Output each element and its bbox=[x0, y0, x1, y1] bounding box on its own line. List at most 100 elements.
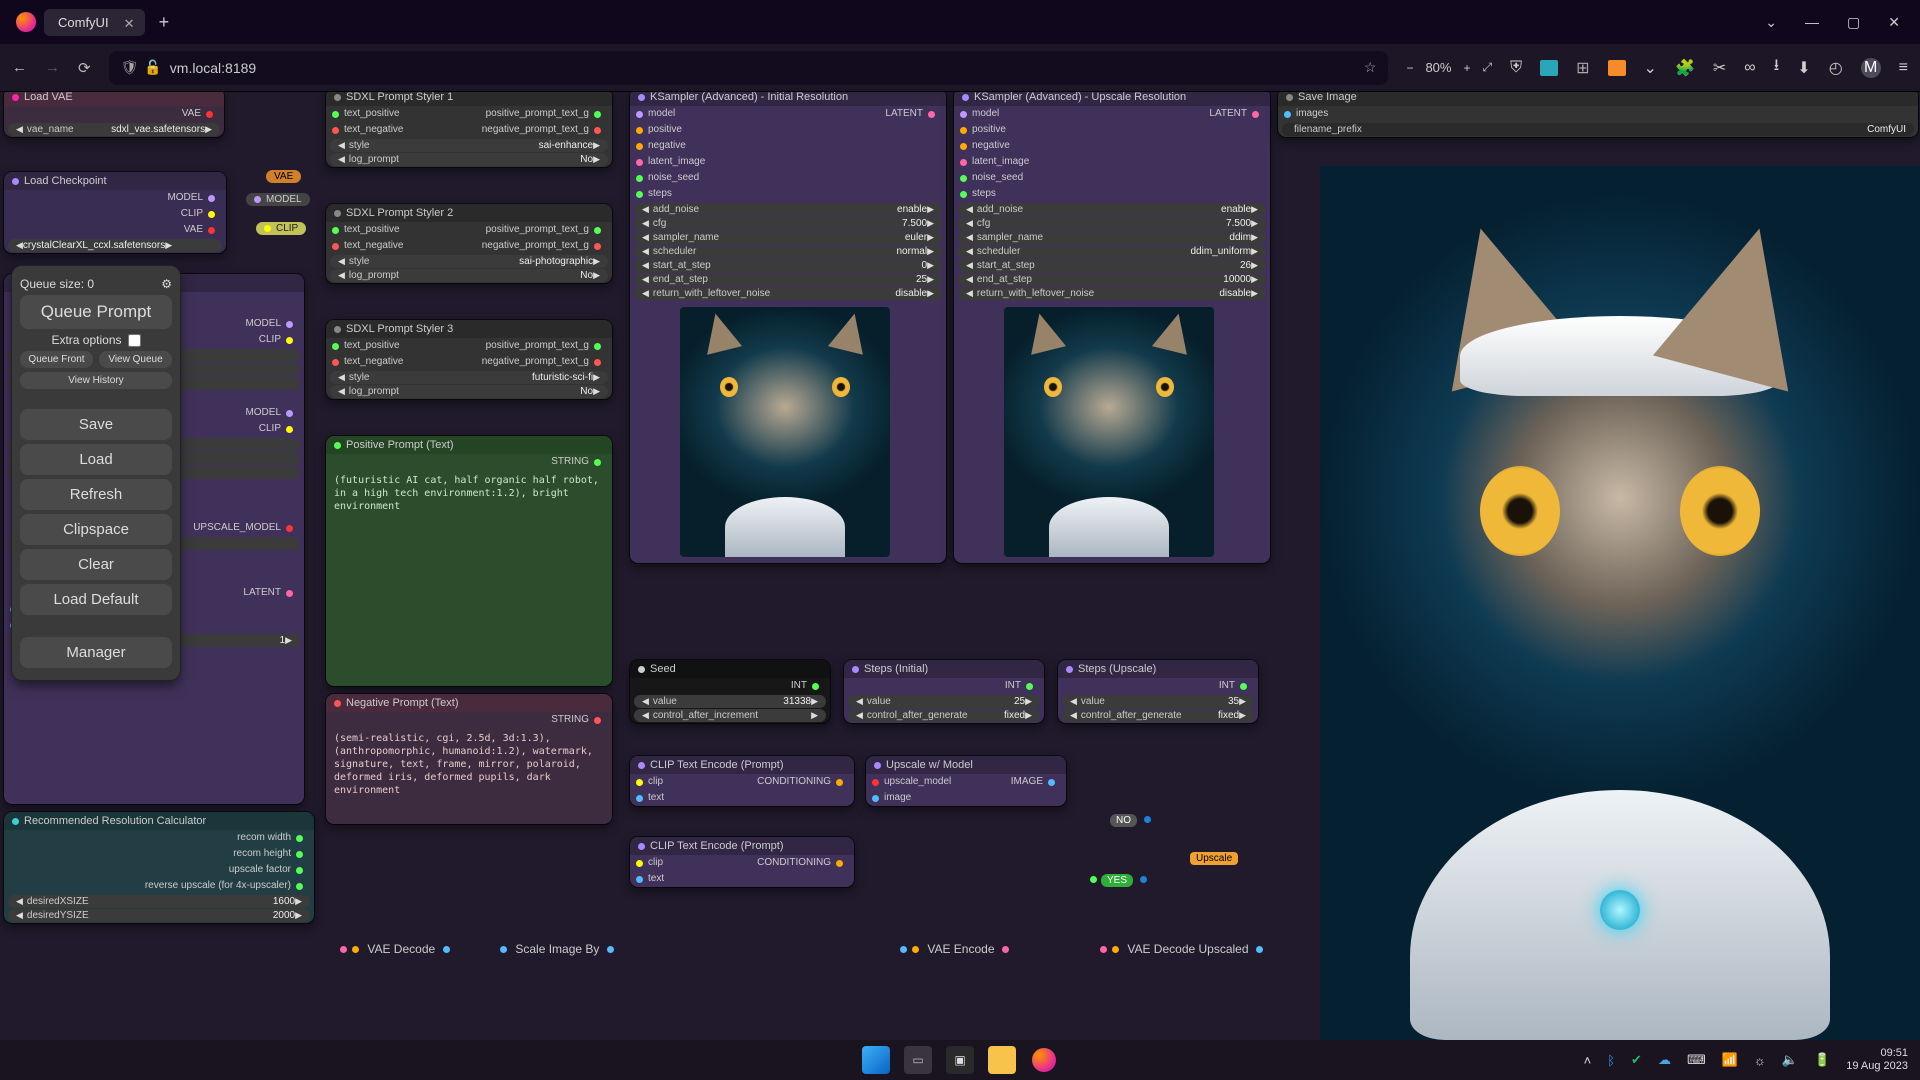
security-icon[interactable]: ✔ bbox=[1631, 1052, 1642, 1068]
ext-icon-2[interactable]: ⊞ bbox=[1576, 58, 1589, 78]
node-res-calc[interactable]: Recommended Resolution Calculator recom … bbox=[4, 812, 314, 923]
extra-options-checkbox[interactable] bbox=[128, 334, 141, 347]
node-save-image[interactable]: Save Image images filename_prefixComfyUI bbox=[1278, 92, 1918, 137]
style-1[interactable]: ◀stylesai-enhance▶ bbox=[330, 139, 608, 152]
steps-i-control[interactable]: ◀control_after_generatefixed▶ bbox=[848, 709, 1040, 722]
comfyui-canvas[interactable]: Load VAE VAE ◀vae_namesdxl_vae.safetenso… bbox=[0, 92, 1920, 1040]
firefox-taskbar-icon[interactable] bbox=[1030, 1046, 1058, 1074]
onedrive-icon[interactable]: ☁ bbox=[1658, 1052, 1671, 1068]
negative-prompt-text[interactable]: (semi-realistic, cgi, 2.5d, 3d:1.3), (an… bbox=[326, 728, 612, 801]
ks2-add-noise[interactable]: ◀add_noiseenable▶ bbox=[958, 203, 1266, 216]
steps-i-value[interactable]: ◀value25▶ bbox=[848, 695, 1040, 708]
close-icon[interactable]: ✕ bbox=[124, 16, 135, 32]
log-prompt-1[interactable]: ◀log_promptNo▶ bbox=[330, 153, 608, 166]
url-bar[interactable]: 🛡 🔓 vm.local:8189 ☆ bbox=[109, 51, 1389, 85]
manager-button[interactable]: Manager bbox=[20, 637, 172, 668]
steps-u-control[interactable]: ◀control_after_generatefixed▶ bbox=[1062, 709, 1254, 722]
ks1-add-noise[interactable]: ◀add_noiseenable▶ bbox=[634, 203, 942, 216]
back-icon[interactable]: ← bbox=[12, 59, 27, 76]
ks1-scheduler[interactable]: ◀schedulernormal▶ bbox=[634, 245, 942, 258]
zoom-out-icon[interactable]: − bbox=[1406, 61, 1413, 75]
node-scale-image-by[interactable]: Scale Image By bbox=[500, 942, 619, 956]
brightness-icon[interactable]: ☼ bbox=[1754, 1053, 1766, 1068]
ext-icon-5[interactable]: ∞ bbox=[1744, 59, 1755, 77]
battery-icon[interactable]: 🔋 bbox=[1814, 1052, 1830, 1068]
node-vae-decode[interactable]: VAE Decode bbox=[340, 942, 455, 956]
ks2-cfg[interactable]: ◀cfg7.500▶ bbox=[958, 217, 1266, 230]
ext-icon-1[interactable] bbox=[1540, 60, 1558, 76]
gear-icon[interactable]: ⚙ bbox=[161, 277, 172, 291]
ks2-start[interactable]: ◀start_at_step26▶ bbox=[958, 259, 1266, 272]
close-window-icon[interactable]: ✕ bbox=[1888, 14, 1900, 31]
node-vae-decode-upscaled[interactable]: VAE Decode Upscaled bbox=[1100, 942, 1268, 956]
node-styler-2[interactable]: SDXL Prompt Styler 2 text_positivepositi… bbox=[326, 204, 612, 283]
bookmark-star-icon[interactable]: ☆ bbox=[1364, 59, 1377, 76]
history-icon[interactable]: ◴ bbox=[1829, 58, 1843, 78]
library-icon[interactable]: ⭳ bbox=[1774, 54, 1780, 81]
ext-icon-3[interactable] bbox=[1608, 60, 1626, 76]
browser-tab[interactable]: ComfyUI ✕ bbox=[44, 9, 145, 36]
style-3[interactable]: ◀stylefuturistic-sci-fi▶ bbox=[330, 371, 608, 384]
lock-insecure-icon[interactable]: 🔓 bbox=[144, 59, 161, 76]
seed-control[interactable]: ◀control_after_increment▶ bbox=[634, 709, 826, 722]
style-2[interactable]: ◀stylesai-photographic▶ bbox=[330, 255, 608, 268]
shield-icon[interactable]: 🛡 bbox=[121, 59, 139, 76]
node-seed[interactable]: Seed INT ◀value31338▶ ◀control_after_inc… bbox=[630, 660, 830, 723]
desired-y[interactable]: ◀desiredYSIZE2000▶ bbox=[8, 909, 310, 922]
view-queue-button[interactable]: View Queue bbox=[99, 351, 172, 368]
queue-prompt-button[interactable]: Queue Prompt bbox=[20, 295, 172, 329]
log-prompt-2[interactable]: ◀log_promptNo▶ bbox=[330, 269, 608, 282]
bluetooth-icon[interactable]: ᛒ bbox=[1607, 1053, 1615, 1068]
node-load-vae[interactable]: Load VAE VAE ◀vae_namesdxl_vae.safetenso… bbox=[4, 92, 224, 137]
profile-badge[interactable]: M bbox=[1861, 58, 1881, 78]
view-history-button[interactable]: View History bbox=[20, 372, 172, 389]
param-vae-name[interactable]: ◀vae_namesdxl_vae.safetensors▶ bbox=[8, 123, 220, 136]
ks2-end[interactable]: ◀end_at_step10000▶ bbox=[958, 273, 1266, 286]
ks1-start[interactable]: ◀start_at_step0▶ bbox=[634, 259, 942, 272]
ext-icon-4[interactable]: ✂ bbox=[1713, 58, 1726, 78]
node-negative-prompt[interactable]: Negative Prompt (Text) STRING (semi-real… bbox=[326, 694, 612, 824]
filename-prefix[interactable]: filename_prefixComfyUI bbox=[1282, 123, 1914, 136]
node-steps-initial[interactable]: Steps (Initial) INT ◀value25▶ ◀control_a… bbox=[844, 660, 1044, 723]
extensions-icon[interactable]: 🧩 bbox=[1675, 58, 1695, 78]
maximize-icon[interactable]: ▢ bbox=[1847, 14, 1860, 31]
pocket-icon[interactable]: ⌄ bbox=[1644, 58, 1657, 78]
param-checkpoint[interactable]: ◀crystalClearXL_ccxl.safetensors▶ bbox=[8, 239, 222, 252]
tabs-dropdown-icon[interactable]: ⌄ bbox=[1765, 14, 1777, 31]
reload-icon[interactable]: ⟳ bbox=[78, 59, 91, 77]
clipspace-button[interactable]: Clipspace bbox=[20, 514, 172, 545]
minimize-icon[interactable]: ― bbox=[1805, 14, 1819, 31]
desired-x[interactable]: ◀desiredXSIZE1600▶ bbox=[8, 895, 310, 908]
wifi-icon[interactable]: 📶 bbox=[1722, 1052, 1738, 1068]
ks1-leftover[interactable]: ◀return_with_leftover_noisedisable▶ bbox=[634, 287, 942, 300]
load-button[interactable]: Load bbox=[20, 444, 172, 475]
queue-front-button[interactable]: Queue Front bbox=[20, 351, 93, 368]
ks2-scheduler[interactable]: ◀schedulerddim_uniform▶ bbox=[958, 245, 1266, 258]
terminal-icon[interactable]: ▣ bbox=[946, 1046, 974, 1074]
node-ksampler-initial[interactable]: KSampler (Advanced) - Initial Resolution… bbox=[630, 92, 946, 563]
steps-u-value[interactable]: ◀value35▶ bbox=[1062, 695, 1254, 708]
new-tab-button[interactable]: + bbox=[159, 12, 170, 33]
ks2-sampler[interactable]: ◀sampler_nameddim▶ bbox=[958, 231, 1266, 244]
node-ksampler-upscale[interactable]: KSampler (Advanced) - Upscale Resolution… bbox=[954, 92, 1270, 563]
node-styler-1[interactable]: SDXL Prompt Styler 1 text_positivepositi… bbox=[326, 92, 612, 167]
node-vae-encode[interactable]: VAE Encode bbox=[900, 942, 1014, 956]
ks1-cfg[interactable]: ◀cfg7.500▶ bbox=[634, 217, 942, 230]
refresh-button[interactable]: Refresh bbox=[20, 479, 172, 510]
ks2-leftover[interactable]: ◀return_with_leftover_noisedisable▶ bbox=[958, 287, 1266, 300]
node-positive-prompt[interactable]: Positive Prompt (Text) STRING (futuristi… bbox=[326, 436, 612, 686]
seed-value[interactable]: ◀value31338▶ bbox=[634, 695, 826, 708]
positive-prompt-text[interactable]: (futuristic AI cat, half organic half ro… bbox=[326, 470, 612, 517]
log-prompt-3[interactable]: ◀log_promptNo▶ bbox=[330, 385, 608, 398]
node-upscale-model[interactable]: Upscale w/ Model upscale_modelIMAGE imag… bbox=[866, 756, 1066, 806]
save-button[interactable]: Save bbox=[20, 409, 172, 440]
load-default-button[interactable]: Load Default bbox=[20, 584, 172, 615]
node-steps-upscale[interactable]: Steps (Upscale) INT ◀value35▶ ◀control_a… bbox=[1058, 660, 1258, 723]
task-view-icon[interactable]: ▭ bbox=[904, 1046, 932, 1074]
node-clip-encode-2[interactable]: CLIP Text Encode (Prompt) clipCONDITIONI… bbox=[630, 837, 854, 887]
ks1-sampler[interactable]: ◀sampler_nameeuler▶ bbox=[634, 231, 942, 244]
explorer-icon[interactable] bbox=[988, 1046, 1016, 1074]
privacy-icon[interactable]: ⛨ bbox=[1510, 59, 1522, 77]
zoom-in-icon[interactable]: + bbox=[1463, 61, 1470, 75]
keyboard-icon[interactable]: ⌨ bbox=[1687, 1052, 1706, 1068]
